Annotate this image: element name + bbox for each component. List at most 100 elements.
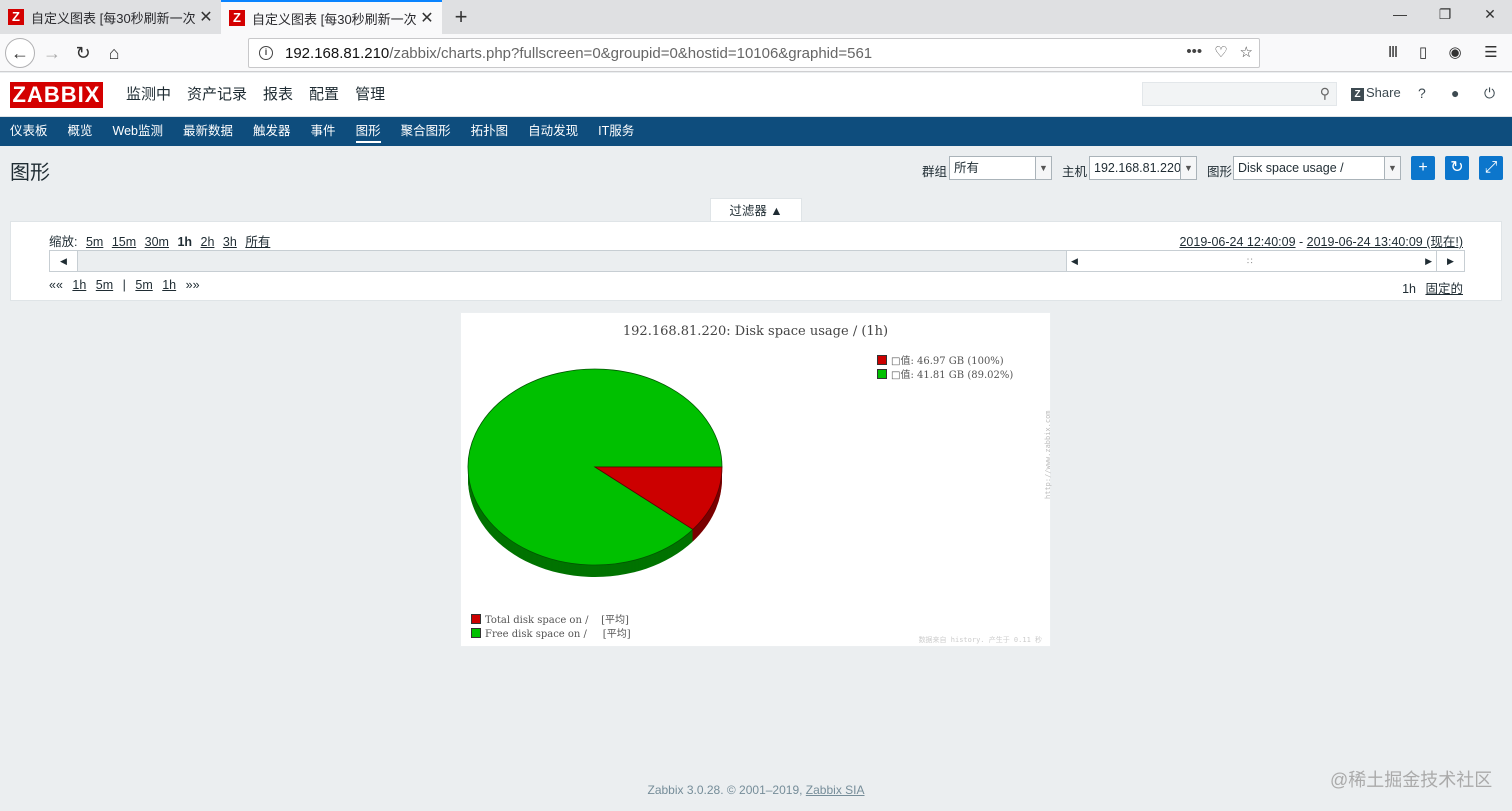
sign-out-icon[interactable]: ⏻	[1484, 85, 1495, 102]
browser-tab-2[interactable]: Z 自定义图表 [每30秒刷新一次] ✕	[221, 0, 442, 34]
more-actions-icon[interactable]: •••	[1186, 43, 1202, 61]
range-from[interactable]: 2019-06-24 12:40:09	[1179, 235, 1295, 249]
zoom-3h[interactable]: 3h	[223, 235, 237, 249]
graph-select[interactable]: Disk space usage / ▼	[1233, 156, 1401, 180]
thumb-right-handle-icon[interactable]: ▶	[1425, 251, 1432, 271]
scroll-right-arrow-icon[interactable]: ▶	[1436, 251, 1464, 271]
period-navigation: «« 1h 5m | 5m 1h »»	[49, 278, 200, 292]
timeline-thumb[interactable]: ◀ ∷ ▶	[1066, 251, 1438, 271]
submenu-dashboard[interactable]: 仪表板	[0, 117, 58, 146]
menu-monitoring[interactable]: 监测中	[118, 73, 179, 117]
library-icon[interactable]: Ⅲ	[1382, 43, 1404, 61]
legend-swatch	[877, 354, 887, 365]
submenu-events[interactable]: 事件	[301, 117, 346, 146]
range-to[interactable]: 2019-06-24 13:40:09 (现在!)	[1307, 235, 1463, 249]
search-input[interactable]: ⚲	[1142, 82, 1337, 106]
graph-image[interactable]: 192.168.81.220: Disk space usage / (1h) …	[460, 312, 1052, 647]
thumb-left-handle-icon[interactable]: ◀	[1071, 251, 1078, 271]
menu-inventory[interactable]: 资产记录	[179, 73, 255, 117]
menu-icon[interactable]: ☰	[1480, 43, 1502, 61]
host-select[interactable]: 192.168.81.220 ▼	[1089, 156, 1197, 180]
submenu-maps[interactable]: 拓扑图	[461, 117, 519, 146]
submenu-overview[interactable]: 概览	[58, 117, 103, 146]
menu-reports[interactable]: 报表	[255, 73, 301, 117]
graph-title: 192.168.81.220: Disk space usage / (1h)	[622, 324, 889, 339]
submenu-graphs[interactable]: 图形	[346, 117, 391, 146]
sub-menu: 仪表板 概览 Web监测 最新数据 触发器 事件 图形 聚合图形 拓扑图 自动发…	[0, 117, 1512, 146]
back-arrow-icon[interactable]: ←	[5, 38, 35, 68]
zabbix-logo[interactable]: ZABBIX	[10, 82, 103, 108]
zoom-2h[interactable]: 2h	[201, 235, 215, 249]
home-icon[interactable]: ⌂	[99, 38, 129, 68]
account-icon[interactable]: ◉	[1444, 43, 1466, 61]
zoom-30m[interactable]: 30m	[145, 235, 169, 249]
address-bar[interactable]: i 192.168.81.210/zabbix/charts.php?fulls…	[248, 38, 1260, 68]
nav-back-1h[interactable]: 1h	[72, 278, 86, 292]
browser-tab-1[interactable]: Z 自定义图表 [每30秒刷新一次] ✕	[0, 0, 221, 34]
period-fixed-row: 1h 固定的	[1402, 278, 1463, 297]
zoom-label: 缩放:	[49, 235, 78, 249]
footer-link[interactable]: Zabbix SIA	[806, 783, 865, 797]
zoom-15m[interactable]: 15m	[112, 235, 136, 249]
nav-back-icon[interactable]: ««	[49, 278, 63, 292]
legend-bottom-item: Free disk space on / [平均]	[471, 625, 631, 640]
zoom-all[interactable]: 所有	[245, 235, 270, 249]
grip-icon: ∷	[1247, 256, 1253, 266]
footer-text: Zabbix 3.0.28. © 2001–2019,	[647, 783, 806, 797]
sidebar-icon[interactable]: ▯	[1412, 43, 1434, 61]
period-value: 1h	[1402, 282, 1416, 296]
legend-text: □值: 41.81 GB (89.02%)	[891, 370, 1014, 381]
pocket-icon[interactable]: ♡	[1214, 43, 1227, 61]
range-separator: -	[1295, 235, 1307, 249]
nav-fwd-1h[interactable]: 1h	[162, 278, 176, 292]
zoom-5m[interactable]: 5m	[86, 235, 103, 249]
nav-forward-icon[interactable]: »»	[186, 278, 200, 292]
close-icon[interactable]: ✕	[195, 7, 217, 27]
submenu-screens[interactable]: 聚合图形	[391, 117, 461, 146]
chevron-down-icon: ▼	[1384, 157, 1400, 179]
group-select[interactable]: 所有 ▼	[949, 156, 1052, 180]
zoom-1h[interactable]: 1h	[177, 235, 192, 249]
share-button[interactable]: Z Share	[1351, 85, 1401, 101]
window-close-icon[interactable]: ✕	[1480, 6, 1500, 23]
submenu-latest-data[interactable]: 最新数据	[173, 117, 243, 146]
new-tab-icon[interactable]: +	[449, 4, 473, 30]
help-icon[interactable]: ?	[1418, 85, 1426, 101]
user-profile-icon[interactable]: ●	[1451, 85, 1459, 101]
close-icon[interactable]: ✕	[416, 8, 438, 28]
chevron-down-icon: ▼	[1180, 157, 1196, 179]
bookmark-star-icon[interactable]: ☆	[1240, 43, 1253, 61]
scroll-left-arrow-icon[interactable]: ◀	[50, 251, 78, 271]
graph-select-value: Disk space usage /	[1238, 161, 1344, 175]
menu-administration[interactable]: 管理	[347, 73, 393, 117]
legend-swatch	[471, 613, 481, 624]
fullscreen-button[interactable]: ⤢	[1479, 156, 1503, 180]
filter-toggle-tab[interactable]: 过滤器 ▲	[710, 198, 802, 222]
submenu-it-services[interactable]: IT服务	[588, 117, 644, 146]
timeline-scrollbar[interactable]: ◀ ◀ ∷ ▶ ▶	[49, 250, 1465, 272]
graph-footer-note: 数据来自 history. 产生于 0.11 秒	[918, 636, 1042, 644]
legend-bottom-item: Total disk space on / [平均]	[471, 611, 629, 626]
submenu-triggers[interactable]: 触发器	[243, 117, 301, 146]
legend-text: Total disk space on / [平均]	[485, 615, 629, 626]
minimize-icon[interactable]: —	[1390, 6, 1410, 22]
legend-swatch	[877, 368, 887, 379]
add-to-favourites-button[interactable]: +	[1411, 156, 1435, 180]
nav-separator: |	[122, 278, 126, 292]
nav-back-5m[interactable]: 5m	[96, 278, 113, 292]
url-host: 192.168.81.210	[285, 44, 390, 62]
main-menu: 监测中 资产记录 报表 配置 管理	[118, 73, 393, 117]
nav-fwd-5m[interactable]: 5m	[135, 278, 152, 292]
search-icon[interactable]: ⚲	[1320, 85, 1330, 102]
submenu-discovery[interactable]: 自动发现	[518, 117, 588, 146]
submenu-web[interactable]: Web监测	[103, 117, 173, 146]
site-info-icon[interactable]: i	[259, 46, 273, 60]
menu-configuration[interactable]: 配置	[301, 73, 347, 117]
fixed-toggle[interactable]: 固定的	[1425, 282, 1463, 296]
page-title: 图形	[10, 162, 50, 184]
forward-arrow-icon[interactable]: →	[37, 38, 67, 68]
legend-top-item: □值: 41.81 GB (89.02%)	[877, 366, 1013, 381]
restore-icon[interactable]: ❐	[1435, 6, 1455, 23]
reload-icon[interactable]: ↻	[68, 38, 98, 68]
refresh-button[interactable]: ↻	[1445, 156, 1469, 180]
